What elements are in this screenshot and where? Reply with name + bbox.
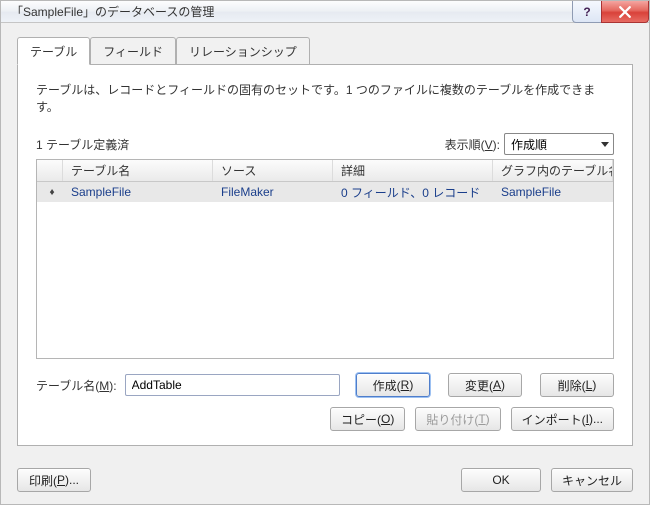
help-button[interactable]: ? [572,1,602,23]
close-icon [619,6,631,18]
description-text: テーブルは、レコードとフィールドの固有のセットです。1 つのファイルに複数のテー… [36,81,614,115]
row-drag-handle[interactable]: ♦ [37,187,63,198]
table-header: テーブル名 ソース 詳細 グラフ内のテーブル名 [37,160,613,182]
table-row[interactable]: ♦ SampleFile FileMaker 0 フィールド、0 レコード Sa… [37,182,613,202]
help-icon: ? [583,5,590,19]
tab-table[interactable]: テーブル [17,37,90,65]
secondary-button-row: コピー(O) 貼り付け(T) インポート(I)... [36,407,614,431]
window-controls: ? [573,1,649,23]
tab-table-label: テーブル [30,45,77,59]
modify-button[interactable]: 変更(A) [448,373,522,397]
chevron-down-icon [601,142,609,147]
table-name-row: テーブル名(M): 作成(R) 変更(A) 削除(L) [36,373,614,397]
dialog-footer: 印刷(P)... OK キャンセル [1,458,649,504]
summary-row: 1 テーブル定義済 表示順(V): 作成順 [36,133,614,155]
col-detail[interactable]: 詳細 [333,160,493,181]
table-name-input[interactable] [125,374,340,396]
title-bar: 「SampleFile」のデータベースの管理 ? [1,1,649,23]
sort-label: 表示順(V): [445,136,500,153]
row-name: SampleFile [63,185,213,199]
cancel-button[interactable]: キャンセル [551,468,633,492]
table-count-label: 1 テーブル定義済 [36,136,129,153]
delete-button[interactable]: 削除(L) [540,373,614,397]
sort-order-select[interactable]: 作成順 [504,133,614,155]
window-title: 「SampleFile」のデータベースの管理 [11,3,214,20]
copy-button[interactable]: コピー(O) [330,407,405,431]
sort-control: 表示順(V): 作成順 [445,133,614,155]
close-button[interactable] [601,1,649,23]
row-graph: SampleFile [493,185,613,199]
paste-button[interactable]: 貼り付け(T) [415,407,500,431]
tab-panel: テーブルは、レコードとフィールドの固有のセットです。1 つのファイルに複数のテー… [17,64,633,446]
sort-order-value: 作成順 [511,136,547,153]
dialog-window: 「SampleFile」のデータベースの管理 ? テーブル フィールド リレーシ… [0,0,650,505]
tab-field[interactable]: フィールド [90,37,176,64]
print-button[interactable]: 印刷(P)... [17,468,91,492]
col-source[interactable]: ソース [213,160,333,181]
col-handle[interactable] [37,160,63,181]
create-button[interactable]: 作成(R) [356,373,430,397]
ok-button[interactable]: OK [461,468,541,492]
row-source: FileMaker [213,185,333,199]
tab-field-label: フィールド [103,45,163,59]
col-graph[interactable]: グラフ内のテーブル名 [493,160,613,181]
tab-bar: テーブル フィールド リレーションシップ [17,37,633,64]
sort-handle-icon: ♦ [49,187,50,198]
footer-right: OK キャンセル [461,468,633,492]
table-body: ♦ SampleFile FileMaker 0 フィールド、0 レコード Sa… [37,182,613,358]
tab-relation[interactable]: リレーションシップ [176,37,310,64]
table-name-label: テーブル名(M): [36,377,117,394]
row-detail: 0 フィールド、0 レコード [333,184,493,201]
tab-relation-label: リレーションシップ [189,45,297,59]
import-button[interactable]: インポート(I)... [511,407,614,431]
col-name[interactable]: テーブル名 [63,160,213,181]
tables-list: テーブル名 ソース 詳細 グラフ内のテーブル名 ♦ SampleFile Fil… [36,159,614,359]
dialog-body: テーブル フィールド リレーションシップ テーブルは、レコードとフィールドの固有… [1,23,649,458]
